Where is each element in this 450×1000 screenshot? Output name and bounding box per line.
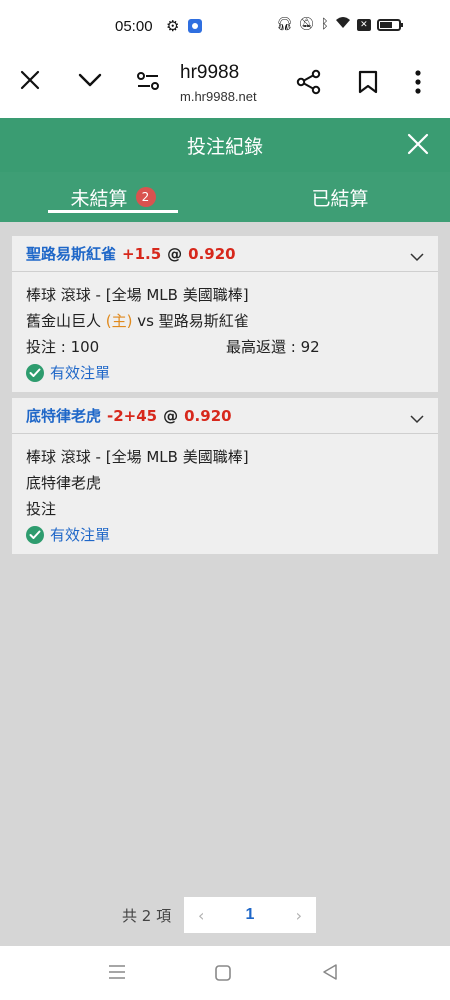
status-bar: 05:00 ⚙ 🎧︎ 🔕︎ ᛒ ✕ — [0, 0, 450, 52]
chevron-down-icon[interactable] — [78, 72, 102, 92]
home-team: 舊金山巨人 — [26, 312, 102, 330]
mute-icon: 🔕︎ — [298, 17, 316, 32]
vs-label: vs — [137, 312, 154, 330]
more-icon[interactable] — [414, 69, 422, 99]
battery-icon — [376, 18, 403, 31]
tab-settled[interactable]: 已結算 — [280, 172, 400, 222]
bet-card-header[interactable]: 聖路易斯紅雀 +1.5 @ 0.920 — [12, 236, 438, 272]
bet-at: @ — [167, 244, 183, 263]
bookmark-icon[interactable] — [358, 70, 378, 98]
bet-card-body: 棒球 滾球 - [全場 MLB 美國職棒] 舊金山巨人 (主) vs 聖路易斯紅… — [12, 272, 438, 386]
prev-page-button[interactable]: ‹ — [198, 906, 204, 925]
bet-card-body: 棒球 滾球 - [全場 MLB 美國職棒] 底特律老虎 投注 有效注單 — [12, 434, 438, 548]
bet-matchup: 舊金山巨人 (主) vs 聖路易斯紅雀 — [26, 308, 424, 334]
bet-line: +1.5 — [122, 244, 162, 263]
bet-status: 有效注單 — [26, 360, 424, 386]
status-icons: 🎧︎ 🔕︎ ᛒ ✕ — [276, 16, 403, 33]
tab-unsettled[interactable]: 未結算 2 — [48, 172, 178, 222]
home-tag: (主) — [105, 312, 133, 330]
bluetooth-icon: ᛒ — [321, 17, 329, 32]
count-badge: 2 — [135, 187, 156, 207]
tab-label: 已結算 — [311, 187, 369, 210]
bet-odds: 0.920 — [184, 406, 232, 425]
bet-team: 聖路易斯紅雀 — [26, 245, 117, 263]
bet-market: 棒球 滾球 - [全場 MLB 美國職棒] — [26, 448, 249, 466]
close-icon[interactable] — [405, 131, 431, 161]
status-time: 05:00 — [115, 18, 153, 35]
stake-amount: 投注 — [26, 500, 57, 518]
site-title: hr9988 — [180, 62, 240, 83]
tab-label: 未結算 — [70, 187, 128, 210]
bet-card: 聖路易斯紅雀 +1.5 @ 0.920 棒球 滾球 - [全場 MLB 美國職棒… — [12, 236, 438, 392]
next-page-button[interactable]: › — [296, 906, 302, 925]
site-url[interactable]: m.hr9988.net — [180, 89, 257, 104]
tune-icon[interactable] — [136, 70, 160, 96]
bet-tabs: 未結算 2 已結算 — [0, 172, 450, 222]
system-nav-bar — [0, 946, 450, 1000]
check-circle-icon — [26, 364, 44, 382]
check-circle-icon — [26, 526, 44, 544]
browser-toolbar: hr9988 m.hr9988.net — [0, 52, 450, 118]
current-page[interactable]: 1 — [246, 906, 255, 924]
wifi-icon — [335, 16, 351, 33]
bet-status-label: 有效注單 — [50, 526, 111, 544]
max-return: 最高返還 : 92 — [226, 338, 320, 356]
chevron-down-icon[interactable] — [410, 248, 424, 266]
bet-line: -2+45 — [107, 406, 158, 425]
stake-amount: 投注 : 100 — [26, 338, 100, 356]
away-team: 聖路易斯紅雀 — [158, 312, 249, 330]
gear-icon: ⚙ — [166, 17, 180, 35]
active-tab-indicator — [48, 210, 178, 213]
close-icon[interactable] — [18, 68, 42, 96]
total-count: 共 2 項 — [122, 907, 172, 925]
close-box-icon: ✕ — [356, 18, 371, 31]
bet-status: 有效注單 — [26, 522, 424, 548]
home-icon[interactable] — [215, 965, 231, 985]
app-notification-icon — [188, 19, 202, 33]
bet-matchup: 底特律老虎 — [26, 474, 102, 492]
modal-header: 投注紀錄 — [0, 118, 450, 172]
bet-status-label: 有效注單 — [50, 364, 111, 382]
modal-title: 投注紀錄 — [186, 136, 263, 158]
bet-card-header[interactable]: 底特律老虎 -2+45 @ 0.920 — [12, 398, 438, 434]
recents-icon[interactable] — [108, 964, 126, 984]
bet-at: @ — [163, 406, 179, 425]
bet-card: 底特律老虎 -2+45 @ 0.920 棒球 滾球 - [全場 MLB 美國職棒… — [12, 398, 438, 554]
stake-row: 投注 — [26, 496, 424, 522]
stake-row: 投注 : 100 最高返還 : 92 — [26, 334, 424, 360]
chevron-down-icon[interactable] — [410, 410, 424, 428]
back-icon[interactable] — [322, 964, 338, 984]
pager: ‹ 1 › — [184, 897, 316, 933]
headphones-icon: 🎧︎ — [276, 17, 293, 32]
share-icon[interactable] — [296, 69, 322, 99]
pagination: 共 2 項 ‹ 1 › — [0, 897, 450, 933]
bet-market: 棒球 滾球 - [全場 MLB 美國職棒] — [26, 286, 249, 304]
bet-odds: 0.920 — [188, 244, 236, 263]
bet-team: 底特律老虎 — [26, 407, 102, 425]
